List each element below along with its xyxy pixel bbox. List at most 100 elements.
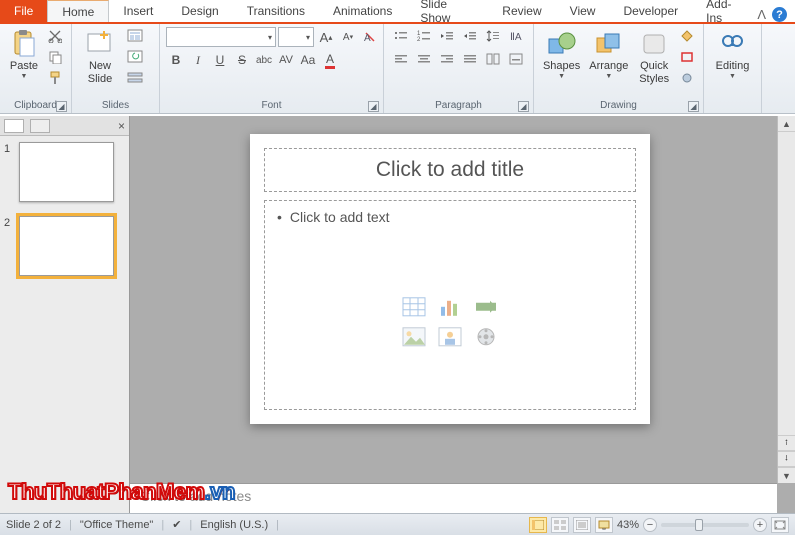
font-name-combo[interactable]: ▾ <box>166 27 276 47</box>
italic-button[interactable]: I <box>188 51 208 69</box>
slide-canvas[interactable]: Click to add title •Click to add text <box>250 134 650 424</box>
tab-review[interactable]: Review <box>488 0 555 22</box>
thumb-number: 1 <box>4 142 14 155</box>
tab-design[interactable]: Design <box>167 0 232 22</box>
copy-button[interactable] <box>45 48 65 66</box>
character-spacing-button[interactable]: AV <box>276 51 296 69</box>
next-slide-icon[interactable]: ⭭ <box>778 451 795 467</box>
group-paragraph: 12 ⅡA Paragraph◢ <box>384 24 534 113</box>
insert-smartart-icon[interactable] <box>471 294 501 320</box>
tab-transitions[interactable]: Transitions <box>233 0 319 22</box>
thumbnail-1[interactable]: 1 <box>4 142 125 202</box>
text-shadow-button[interactable]: abc <box>254 51 274 69</box>
tab-slide-show[interactable]: Slide Show <box>406 0 488 22</box>
section-button[interactable] <box>125 69 145 87</box>
tab-add-ins[interactable]: Add-Ins <box>692 0 757 22</box>
clipboard-dialog-launcher[interactable]: ◢ <box>56 101 67 112</box>
align-left-button[interactable] <box>390 50 412 68</box>
zoom-percent[interactable]: 43% <box>617 519 639 531</box>
ribbon-tabs: File Home Insert Design Transitions Anim… <box>0 0 795 24</box>
align-right-button[interactable] <box>436 50 458 68</box>
insert-chart-icon[interactable] <box>435 294 465 320</box>
tab-developer[interactable]: Developer <box>609 0 692 22</box>
justify-button[interactable] <box>459 50 481 68</box>
outline-tab[interactable] <box>30 119 50 133</box>
insert-media-icon[interactable] <box>471 324 501 350</box>
format-painter-button[interactable] <box>45 69 65 87</box>
align-text-button[interactable] <box>505 50 527 68</box>
align-center-button[interactable] <box>413 50 435 68</box>
line-spacing-button[interactable] <box>482 27 504 45</box>
paste-button[interactable]: Paste ▼ <box>6 27 42 95</box>
reading-view-button[interactable] <box>573 517 591 533</box>
drawing-dialog-launcher[interactable]: ◢ <box>688 101 699 112</box>
clear-formatting-button[interactable]: A <box>360 28 380 46</box>
quick-styles-button[interactable]: Quick Styles <box>634 27 674 95</box>
underline-button[interactable]: U <box>210 51 230 69</box>
editing-button[interactable]: Editing▼ <box>710 27 755 95</box>
zoom-slider-thumb[interactable] <box>695 519 703 531</box>
vertical-scrollbar[interactable]: ▲ ⭫ ⭭ ▼ <box>777 116 795 483</box>
insert-picture-icon[interactable] <box>399 324 429 350</box>
new-slide-button[interactable]: New Slide <box>78 27 122 95</box>
slideshow-view-button[interactable] <box>595 517 613 533</box>
shapes-button[interactable]: Shapes▼ <box>540 27 583 95</box>
close-panel-icon[interactable]: × <box>118 119 125 133</box>
bullets-button[interactable] <box>390 27 412 45</box>
increase-indent-button[interactable] <box>459 27 481 45</box>
scroll-down-icon[interactable]: ▼ <box>778 467 795 483</box>
decrease-indent-button[interactable] <box>436 27 458 45</box>
sorter-view-button[interactable] <box>551 517 569 533</box>
layout-button[interactable] <box>125 27 145 45</box>
title-placeholder[interactable]: Click to add title <box>264 148 636 192</box>
notes-pane[interactable]: Click to add notes <box>130 483 777 513</box>
text-direction-button[interactable]: ⅡA <box>505 27 527 45</box>
cut-button[interactable] <box>45 27 65 45</box>
content-icons <box>399 294 501 350</box>
bold-button[interactable]: B <box>166 51 186 69</box>
body-placeholder[interactable]: •Click to add text <box>264 200 636 410</box>
tab-view[interactable]: View <box>556 0 610 22</box>
paste-label: Paste <box>10 60 38 72</box>
change-case-button[interactable]: Aa <box>298 51 318 69</box>
insert-table-icon[interactable] <box>399 294 429 320</box>
thumbnail-2[interactable]: 2 <box>4 216 125 276</box>
columns-button[interactable] <box>482 50 504 68</box>
font-size-combo[interactable]: ▾ <box>278 27 314 47</box>
fit-to-window-button[interactable] <box>771 517 789 533</box>
spellcheck-icon[interactable]: ✔ <box>172 518 181 531</box>
zoom-in-button[interactable]: + <box>753 518 767 532</box>
tab-file[interactable]: File <box>0 0 47 22</box>
status-language[interactable]: English (U.S.) <box>200 519 268 531</box>
shrink-font-button[interactable]: A▾ <box>338 28 358 46</box>
shape-fill-button[interactable] <box>677 27 697 45</box>
minimize-ribbon-icon[interactable]: Ʌ <box>757 7 766 22</box>
help-icon[interactable]: ? <box>772 7 787 22</box>
reset-button[interactable] <box>125 48 145 66</box>
insert-clipart-icon[interactable] <box>435 324 465 350</box>
body-placeholder-text: Click to add text <box>290 209 390 225</box>
arrange-button[interactable]: Arrange▼ <box>586 27 631 95</box>
tab-insert[interactable]: Insert <box>109 0 167 22</box>
normal-view-button[interactable] <box>529 517 547 533</box>
slides-tab[interactable] <box>4 119 24 133</box>
find-icon <box>718 29 748 59</box>
paragraph-dialog-launcher[interactable]: ◢ <box>518 101 529 112</box>
scroll-up-icon[interactable]: ▲ <box>778 116 795 132</box>
strikethrough-button[interactable]: S <box>232 51 252 69</box>
shape-effects-button[interactable] <box>677 69 697 87</box>
grow-font-button[interactable]: A▴ <box>316 28 336 46</box>
tab-home[interactable]: Home <box>47 0 109 22</box>
group-clipboard: Paste ▼ Clipboard◢ <box>0 24 72 113</box>
font-dialog-launcher[interactable]: ◢ <box>368 101 379 112</box>
group-slides: New Slide Slides <box>72 24 160 113</box>
shape-outline-button[interactable] <box>677 48 697 66</box>
paste-icon <box>9 29 39 59</box>
prev-slide-icon[interactable]: ⭫ <box>778 435 795 451</box>
numbering-button[interactable]: 12 <box>413 27 435 45</box>
zoom-slider[interactable] <box>661 523 749 527</box>
font-color-button[interactable]: A <box>320 51 340 69</box>
zoom-out-button[interactable]: − <box>643 518 657 532</box>
tab-animations[interactable]: Animations <box>319 0 406 22</box>
slide-panel: × 1 2 <box>0 116 130 513</box>
